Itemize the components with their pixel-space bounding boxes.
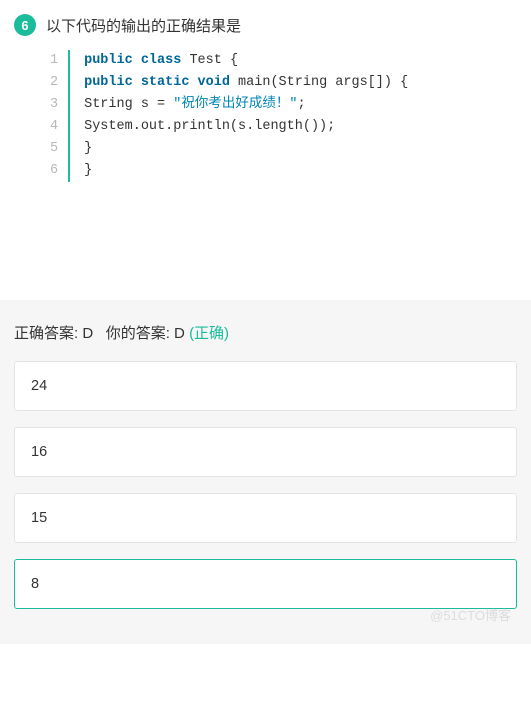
question-area: 6 以下代码的输出的正确结果是 1 2 3 4 5 6 public class… [0,0,531,200]
line-number: 5 [50,138,58,160]
line-number: 2 [50,72,58,94]
option-b[interactable]: 16 [14,427,517,477]
line-number-gutter: 1 2 3 4 5 6 [50,50,70,182]
correct-answer-label: 正确答案: [14,325,82,342]
line-number: 4 [50,116,58,138]
answer-section: 正确答案: D 你的答案: D (正确) 24 16 15 8 @51CTO博客 [0,300,531,644]
code-line: String s = "祝你考出好成绩！"; [84,94,408,116]
question-title: 以下代码的输出的正确结果是 [46,15,241,36]
code-line: System.out.println(s.length()); [84,116,408,138]
your-answer-value: D [174,325,185,342]
line-number: 6 [50,160,58,182]
code-line: public class Test { [84,50,408,72]
code-line: } [84,138,408,160]
option-c[interactable]: 15 [14,493,517,543]
code-line: } [84,160,408,182]
line-number: 1 [50,50,58,72]
option-a[interactable]: 24 [14,361,517,411]
your-answer-label: 你的答案: [106,325,174,342]
answer-header: 正确答案: D 你的答案: D (正确) [14,322,517,343]
code-line: public static void main(String args[]) { [84,72,408,94]
line-number: 3 [50,94,58,116]
option-d[interactable]: 8 [14,559,517,609]
question-number-badge: 6 [14,14,36,36]
answer-status: (正确) [189,325,229,342]
question-header: 6 以下代码的输出的正确结果是 [14,14,517,36]
code-block: 1 2 3 4 5 6 public class Test { public s… [50,50,517,182]
code-content: public class Test { public static void m… [70,50,408,182]
correct-answer-value: D [82,325,93,342]
